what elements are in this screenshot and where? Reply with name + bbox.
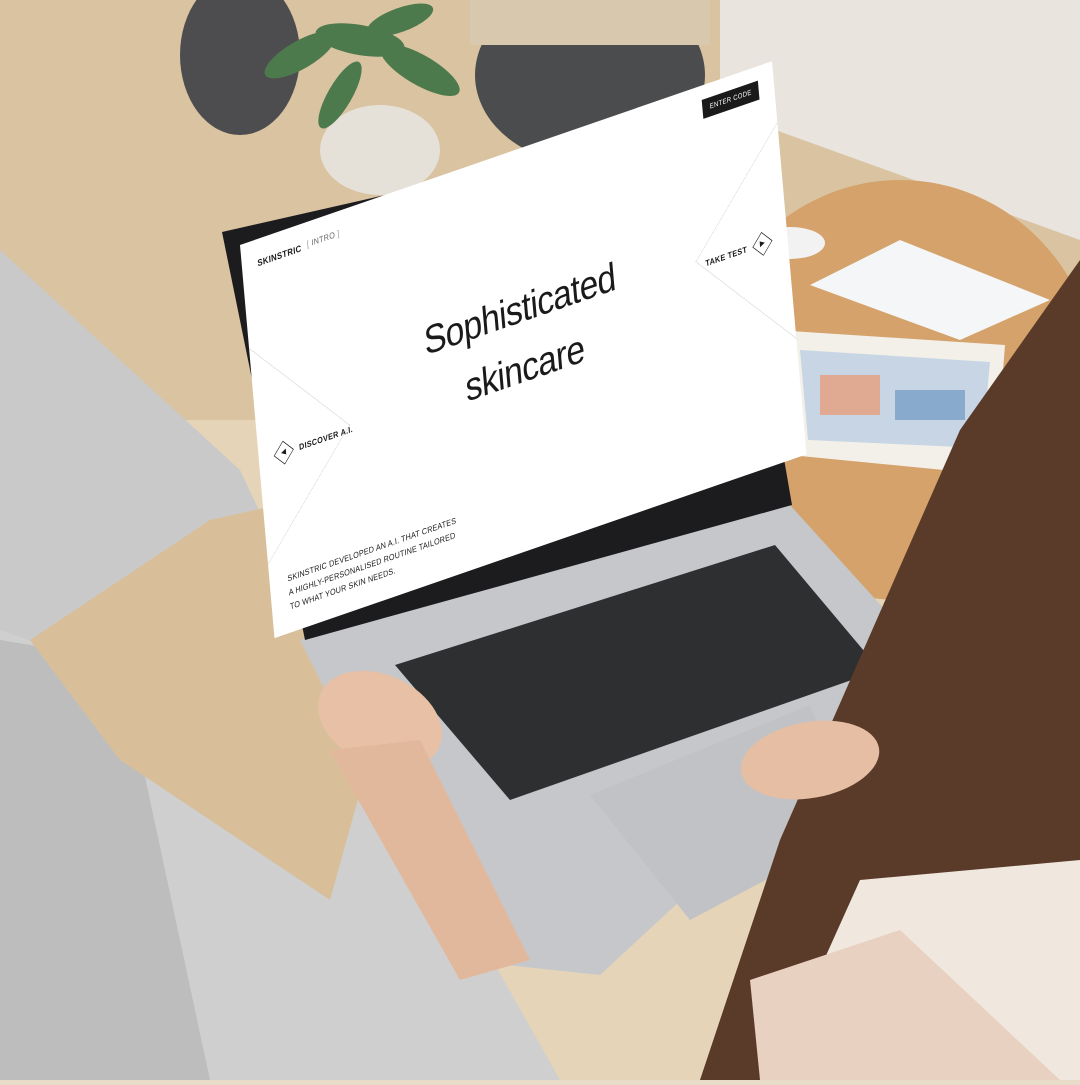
- laptop-screen: SKINSTRIC [ INTRO ] ENTER CODE Sophistic…: [0, 0, 1080, 1080]
- website-page: SKINSTRIC [ INTRO ] ENTER CODE Sophistic…: [240, 61, 807, 639]
- nav-section-indicator: [ INTRO ]: [306, 228, 339, 249]
- section-label: INTRO: [311, 229, 336, 248]
- enter-code-button[interactable]: ENTER CODE: [701, 80, 760, 119]
- close-bracket: ]: [334, 228, 340, 240]
- brand-logo[interactable]: SKINSTRIC: [257, 243, 302, 269]
- intro-description: SKINSTRIC DEVELOPED AN A.I. THAT CREATES…: [287, 515, 457, 612]
